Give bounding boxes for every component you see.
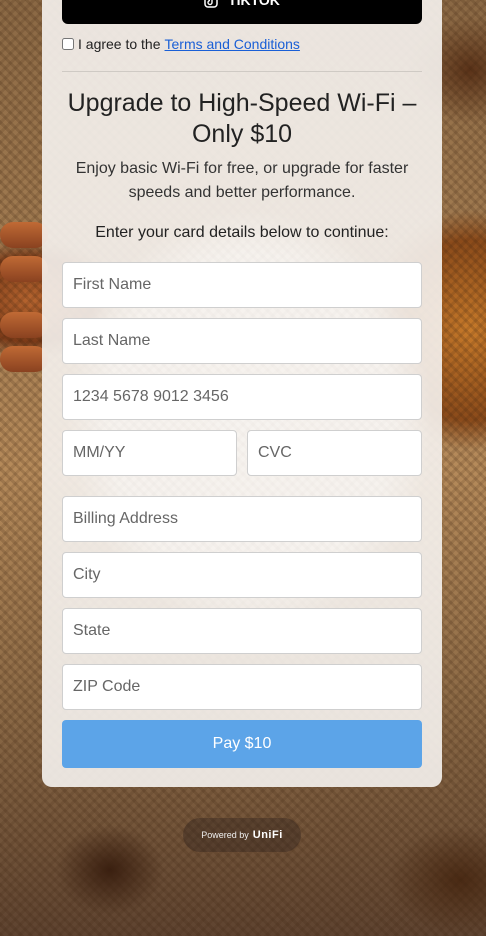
- cinnamon-stick-decoration: [0, 312, 48, 338]
- city-input[interactable]: [62, 552, 422, 598]
- billing-address-input[interactable]: [62, 496, 422, 542]
- zip-code-input[interactable]: [62, 664, 422, 710]
- upgrade-description: Enjoy basic Wi-Fi for free, or upgrade f…: [75, 160, 409, 201]
- upgrade-title: Upgrade to High-Speed Wi-Fi – Only $10: [67, 89, 417, 148]
- last-name-input[interactable]: [62, 318, 422, 364]
- first-name-input[interactable]: [62, 262, 422, 308]
- terms-link[interactable]: Terms and Conditions: [165, 36, 300, 52]
- cvc-input[interactable]: [247, 430, 422, 476]
- cinnamon-stick-decoration: [0, 256, 48, 282]
- terms-checkbox[interactable]: [62, 38, 74, 50]
- pay-button[interactable]: Pay $10: [62, 720, 422, 768]
- state-input[interactable]: [62, 608, 422, 654]
- tiktok-icon: [204, 0, 218, 8]
- unifi-logo: UniFi: [252, 829, 283, 841]
- terms-row: I agree to the Terms and Conditions: [62, 35, 300, 53]
- cinnamon-stick-decoration: [0, 346, 48, 372]
- powered-by-label: Powered by: [201, 830, 249, 840]
- expiry-input[interactable]: [62, 430, 237, 476]
- terms-prefix: I agree to the: [78, 36, 161, 52]
- section-divider: [62, 71, 422, 72]
- tiktok-label: TIKTOK: [228, 0, 280, 8]
- powered-by-badge[interactable]: Powered by UniFi: [183, 818, 301, 852]
- card-instruction: Enter your card details below to continu…: [95, 224, 389, 241]
- tiktok-button[interactable]: TIKTOK: [62, 0, 422, 24]
- card-number-input[interactable]: [62, 374, 422, 420]
- cinnamon-stick-decoration: [0, 222, 48, 248]
